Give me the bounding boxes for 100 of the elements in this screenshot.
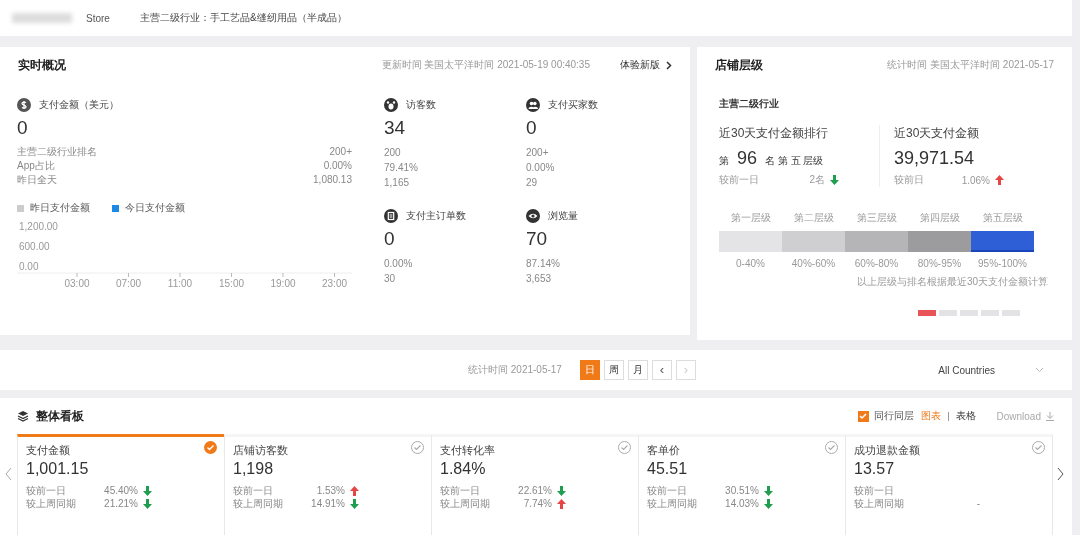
checkbox-label: 同行同层 [873,409,914,423]
metric-value: 0 [384,228,396,250]
industry-label: 主营二级行业：手工艺品&缝纫用品（半成品） [139,11,347,25]
compare-value: 21.21% [104,497,138,510]
check-circle-icon [204,441,217,454]
stat-value: 200 [384,146,402,160]
compare-value: 1.06% [961,174,990,186]
compare-label: 较上周同期 [26,497,77,510]
country-dropdown[interactable]: All Countries [938,364,1044,376]
stat-value: 79.41% [384,161,419,175]
footnote: 以上层级与排名根据最近30天支付金额计算 [855,275,1049,289]
metric-label: 支付买家数 [548,98,598,112]
axis-tick-label: 15:00 [219,278,244,289]
axis-tick-label: 11:00 [167,278,193,289]
new-version-link[interactable]: 体验新版 [620,58,672,72]
level-range: 60%-80% [853,258,900,269]
eye-icon [526,209,540,223]
compare-label: 较上周同期 [854,497,905,510]
metric-value: 13.57 [854,460,895,478]
previous-button[interactable]: ‹ [651,360,672,380]
stat-value: 0.00% [526,161,556,175]
compare-label: 较上周同期 [440,497,491,510]
level-name: 第三层级 [855,211,898,225]
level-range: 0-40% [735,258,766,269]
stat-value: 29 [526,176,539,190]
chevron-left-icon [5,467,12,481]
metric-label: 支付金额 [26,443,70,458]
compare-value: 14.91% [311,497,345,510]
compare-label: 较前一日 [440,484,481,497]
axis-tick-label: 03:00 [64,278,90,289]
stat-time: 统计时间 2021-05-17 [468,363,562,377]
metric-label: 成功退款金额 [854,443,920,458]
axis-tick-label: 0.00 [19,261,39,272]
level-name: 第五层级 [981,211,1024,225]
stat-value: 0.00% [384,257,414,271]
panel-title: 实时概况 [18,56,66,74]
compare-label: 较上周同期 [647,497,698,510]
metric-label: 客单价 [647,443,680,458]
metric-value: 1,198 [233,460,274,478]
check-circle-icon [411,441,424,454]
layers-icon [17,410,29,422]
compare-label: 较前一日 [854,484,895,497]
period-tab[interactable]: 周 [603,360,624,380]
stat-value: 0.00% [323,159,352,173]
metric-label: 店铺访客数 [233,443,288,458]
stat-value: 1,165 [384,176,411,190]
chevron-right-icon [666,60,672,70]
rank-prefix: 第 [719,154,729,168]
chevron-right-icon [1057,467,1064,481]
chevron-down-icon [1035,367,1044,373]
section-title: 主营二级行业 [718,97,780,111]
rank-number: 96 [737,148,758,169]
stat-label: 近30天支付金额排行 [719,125,830,142]
compare-value: 30.51% [725,484,759,497]
metric-value: 1.84% [440,460,486,478]
axis-tick-label: 1,200.00 [19,221,58,232]
compare-value: 22.61% [518,484,552,497]
amount-value: 39,971.54 [894,148,975,169]
metric-card[interactable]: 成功退款金额 13.57 较前一日 较上周同期 - [845,434,1053,535]
metric-value: 45.51 [647,460,688,478]
level-name: 第四层级 [918,211,961,225]
check-circle-icon [1032,441,1045,454]
stat-value: 3,653 [526,272,553,286]
compare-value: 45.40% [104,484,138,497]
metric-label: 访客数 [406,98,436,112]
check-icon [859,412,867,420]
compare-value: 2名 [809,173,825,187]
compare-label: 较前一日 [26,484,67,497]
panel-title: 店铺层级 [715,56,763,74]
metric-value: 0 [17,117,29,139]
checkbox[interactable] [857,410,869,422]
metric-label: 支付转化率 [440,443,495,458]
stat-label: 主营二级行业排名 [17,145,97,159]
stat-label: 昨日全天 [17,173,57,187]
rank-suffix: 名 第 五 层级 [765,154,824,168]
compare-label: 较前日 [894,173,924,187]
compare-value: 1.53% [316,484,345,497]
metric-value: 70 [526,228,549,250]
view-tab[interactable]: 表格 [955,409,976,423]
stat-label: 近30天支付金额 [894,125,981,142]
document-icon [384,209,398,223]
metric-label: 浏览量 [548,209,578,223]
stat-value: 1,080.13 [313,173,352,187]
period-tab[interactable]: 月 [627,360,648,380]
compare-value: 14.03% [725,497,759,510]
compare-label: 较前一日 [647,484,688,497]
blurred-store-name [12,13,72,23]
metric-value: 1,001.15 [26,460,89,478]
legend-label: 今日支付金额 [125,201,185,215]
axis-tick-label: 19:00 [270,278,296,289]
metric-card[interactable]: 支付金额 1,001.15 较前一日 45.40% 较上周同期 21.21% [17,434,225,535]
level-range: 40%-60% [790,258,837,269]
users-icon [526,98,540,112]
metric-label: 支付金额（美元） [39,98,119,112]
compare-label: 较前一日 [233,484,274,497]
axis-tick-label: 23:00 [322,278,347,289]
stat-value: 87.14% [526,257,561,271]
compare-label: 较上周同期 [233,497,284,510]
metric-label: 支付主订单数 [406,209,466,223]
stat-value: 30 [384,272,397,286]
